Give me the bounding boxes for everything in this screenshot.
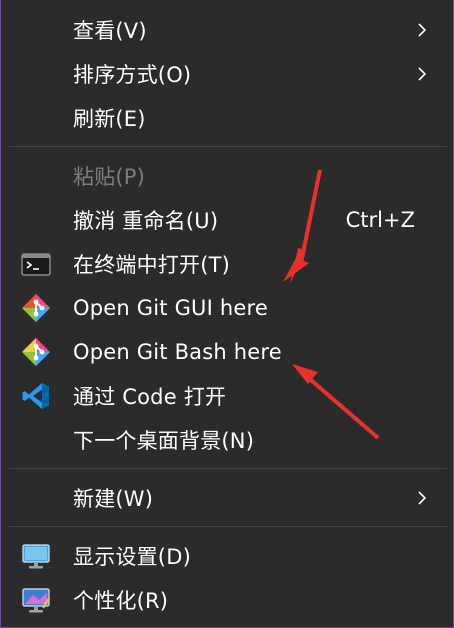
menu-item-label: Open Git Bash here	[73, 340, 282, 364]
git-gui-icon	[22, 294, 50, 322]
display-settings-icon	[22, 544, 50, 569]
chevron-right-icon	[418, 23, 427, 37]
desktop-context-menu: 查看(V) 排序方式(O) 刷新(E) 粘贴(P) 撤消 重命名(U) Ctrl…	[0, 0, 454, 628]
menu-item-label: 撤消 重命名(U)	[73, 209, 219, 233]
menu-item-label: 个性化(R)	[73, 589, 169, 613]
menu-item-label: 新建(W)	[73, 487, 154, 511]
menu-item-label: 通过 Code 打开	[73, 385, 227, 409]
menu-item-open-with-code[interactable]: 通过 Code 打开	[9, 374, 447, 418]
menu-item-label: Open Git GUI here	[73, 296, 269, 320]
menu-item-label: 显示设置(D)	[73, 545, 191, 569]
personalization-icon	[22, 588, 50, 613]
menu-item-label: 粘贴(P)	[73, 165, 146, 189]
menu-item-label: 下一个桌面背景(N)	[73, 429, 255, 453]
menu-item-undo-rename[interactable]: 撤消 重命名(U) Ctrl+Z	[9, 198, 447, 242]
menu-item-new[interactable]: 新建(W)	[9, 476, 447, 520]
menu-item-sort-by[interactable]: 排序方式(O)	[9, 52, 447, 96]
menu-separator	[9, 526, 447, 527]
menu-separator	[9, 146, 447, 147]
chevron-right-icon	[418, 491, 427, 505]
vscode-icon	[22, 383, 49, 409]
git-bash-icon	[22, 338, 50, 366]
menu-item-personalize[interactable]: 个性化(R)	[9, 578, 447, 622]
menu-item-view[interactable]: 查看(V)	[9, 8, 447, 52]
menu-item-label: 在终端中打开(T)	[73, 253, 231, 277]
chevron-right-icon	[418, 67, 427, 81]
menu-item-open-git-gui[interactable]: Open Git GUI here	[9, 286, 447, 330]
menu-item-display-settings[interactable]: 显示设置(D)	[9, 534, 447, 578]
menu-item-refresh[interactable]: 刷新(E)	[9, 96, 447, 140]
menu-item-label: 查看(V)	[73, 19, 147, 43]
menu-item-label: 排序方式(O)	[73, 63, 192, 87]
terminal-icon	[21, 253, 51, 276]
menu-item-paste: 粘贴(P)	[9, 154, 447, 198]
menu-item-label: 刷新(E)	[73, 107, 146, 131]
menu-item-open-git-bash[interactable]: Open Git Bash here	[9, 330, 447, 374]
menu-separator	[9, 468, 447, 469]
menu-item-shortcut: Ctrl+Z	[345, 208, 415, 232]
menu-item-open-in-terminal[interactable]: 在终端中打开(T)	[9, 242, 447, 286]
menu-item-next-desktop-background[interactable]: 下一个桌面背景(N)	[9, 418, 447, 462]
